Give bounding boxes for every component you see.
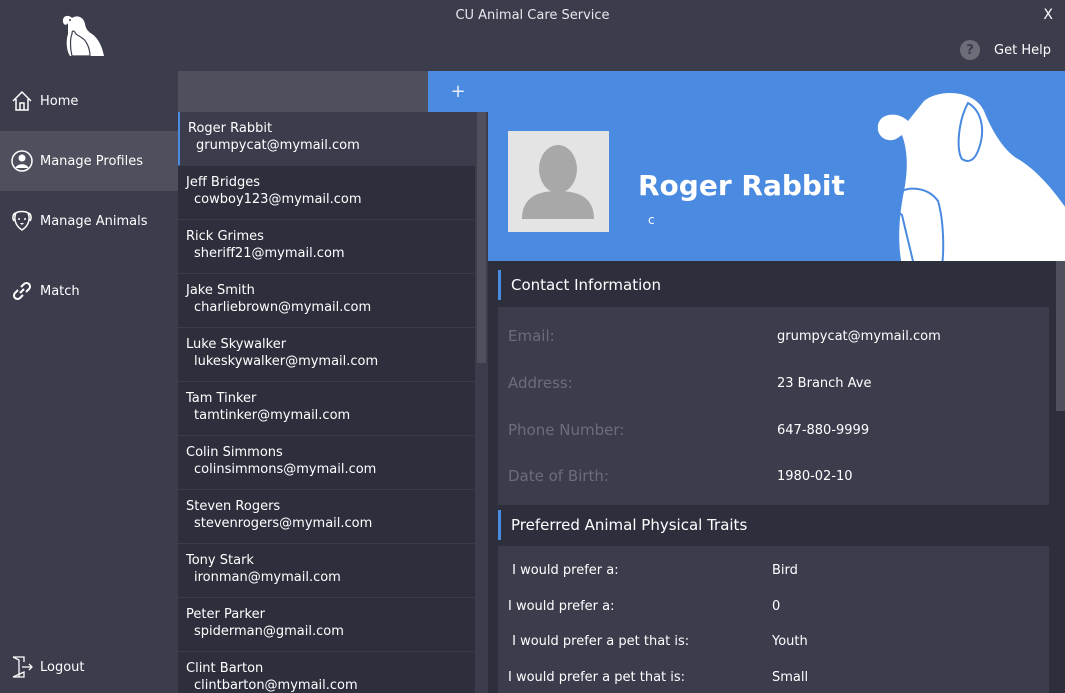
nav-home-label: Home	[40, 93, 79, 109]
search-input[interactable]	[178, 71, 428, 112]
profile-list-item-name: Clint Barton	[186, 661, 264, 676]
profile-list-item-name: Jeff Bridges	[186, 175, 261, 190]
logout-label: Logout	[40, 659, 85, 675]
traits-section-title: Preferred Animal Physical Traits	[498, 510, 1049, 540]
contact-label: Email:	[508, 327, 555, 345]
contact-section: Email: grumpycat@mymail.com Address: 23 …	[498, 307, 1049, 505]
contact-label: Phone Number:	[508, 421, 625, 439]
profile-list-item-name: Colin Simmons	[186, 445, 283, 460]
nav-manage-animals-label: Manage Animals	[40, 213, 148, 229]
profile-list-item-email: ironman@mymail.com	[194, 570, 341, 585]
profile-list-item-name: Tony Stark	[186, 553, 254, 568]
contact-section-title: Contact Information	[498, 270, 1049, 300]
nav-match[interactable]: Match	[0, 261, 178, 321]
dog-cat-logo-icon	[58, 10, 108, 60]
profile-list-item-email: cowboy123@mymail.com	[194, 192, 362, 207]
trait-value: Bird	[772, 563, 798, 578]
profile-list-item[interactable]: Peter Parker spiderman@gmail.com	[178, 598, 475, 652]
close-button[interactable]: X	[1043, 7, 1053, 23]
profile-list-item[interactable]: Tony Stark ironman@mymail.com	[178, 544, 475, 598]
profile-list-panel: + Roger Rabbit grumpycat@mymail.com Jeff B…	[178, 71, 488, 693]
profile-banner: Roger Rabbit c	[488, 71, 1065, 261]
trait-value: 0	[772, 599, 781, 614]
nav-manage-animals[interactable]: Manage Animals	[0, 191, 178, 251]
add-profile-button[interactable]: +	[428, 71, 488, 112]
profile-list-item-email: grumpycat@mymail.com	[196, 138, 360, 153]
profile-list-item-email: charliebrown@mymail.com	[194, 300, 372, 315]
profile-list-item-email: stevenrogers@mymail.com	[194, 516, 373, 531]
trait-label: I would prefer a pet that is:	[508, 670, 686, 685]
nav-manage-profiles-label: Manage Profiles	[40, 153, 143, 169]
trait-label: I would prefer a:	[508, 599, 615, 614]
profile-list-item-email: sheriff21@mymail.com	[194, 246, 345, 261]
home-icon	[12, 90, 32, 111]
profile-name: Roger Rabbit	[638, 169, 845, 202]
profile-list-item-name: Roger Rabbit	[188, 121, 273, 136]
contact-value: 1980-02-10	[777, 469, 853, 484]
user-icon	[11, 150, 33, 172]
detail-scrollbar-thumb[interactable]	[1056, 261, 1065, 411]
logout-icon	[12, 656, 33, 678]
link-icon	[12, 281, 32, 301]
profile-list-item[interactable]: Rick Grimes sheriff21@mymail.com	[178, 220, 475, 274]
profile-list-item-email: clintbarton@mymail.com	[194, 678, 358, 693]
contact-label: Address:	[508, 374, 573, 392]
profile-list-item-name: Jake Smith	[186, 283, 255, 298]
profile-list-item-name: Steven Rogers	[186, 499, 281, 514]
logout-button[interactable]: Logout	[0, 652, 178, 682]
get-help-button[interactable]: ? Get Help	[960, 40, 1051, 60]
profile-list-item-name: Peter Parker	[186, 607, 265, 622]
trait-label: I would prefer a:	[508, 563, 619, 578]
profile-list-item-name: Tam Tinker	[186, 391, 257, 406]
dog-face-icon	[12, 210, 32, 231]
contact-value: 647-880-9999	[777, 423, 870, 438]
nav-manage-profiles[interactable]: Manage Profiles	[0, 131, 178, 191]
profile-list-item[interactable]: Luke Skywalker lukeskywalker@mymail.com	[178, 328, 475, 382]
contact-label: Date of Birth:	[508, 467, 609, 485]
profile-list-item[interactable]: Jeff Bridges cowboy123@mymail.com	[178, 166, 475, 220]
contact-value: grumpycat@mymail.com	[777, 329, 941, 344]
profile-list-item-email: tamtinker@mymail.com	[194, 408, 351, 423]
profile-subtitle: c	[648, 213, 655, 227]
dog-cat-illustration-icon	[877, 92, 1065, 261]
profile-list-item-email: lukeskywalker@mymail.com	[194, 354, 379, 369]
profile-list-item-email: spiderman@gmail.com	[194, 624, 344, 639]
profile-list-item-name: Luke Skywalker	[186, 337, 287, 352]
profile-list-item[interactable]: Steven Rogers stevenrogers@mymail.com	[178, 490, 475, 544]
sidebar: Home Manage Profiles Manage Animals Matc…	[0, 71, 178, 693]
user-silhouette-icon	[522, 145, 594, 219]
profile-list-item[interactable]: Clint Barton clintbarton@mymail.com	[178, 652, 475, 693]
trait-value: Small	[772, 670, 809, 685]
profile-list-item[interactable]: Jake Smith charliebrown@mymail.com	[178, 274, 475, 328]
list-scrollbar-thumb[interactable]	[477, 112, 486, 363]
contact-value: 23 Branch Ave	[777, 376, 872, 391]
profile-list-item-name: Rick Grimes	[186, 229, 264, 244]
trait-label: I would prefer a pet that is:	[508, 634, 690, 649]
nav-home[interactable]: Home	[0, 71, 178, 131]
profile-list-item[interactable]: Roger Rabbit grumpycat@mymail.com	[178, 112, 475, 166]
avatar	[508, 131, 609, 232]
profile-list-item[interactable]: Colin Simmons colinsimmons@mymail.com	[178, 436, 475, 490]
app-title: CU Animal Care Service	[455, 8, 610, 23]
profile-list-item[interactable]: Tam Tinker tamtinker@mymail.com	[178, 382, 475, 436]
traits-section: I would prefer a: Bird I would prefer a:…	[498, 546, 1049, 693]
nav-match-label: Match	[40, 283, 80, 299]
trait-value: Youth	[772, 634, 808, 649]
get-help-label: Get Help	[994, 42, 1051, 58]
title-bar: CU Animal Care Service X	[0, 0, 1065, 32]
profile-list: Roger Rabbit grumpycat@mymail.com Jeff Bri…	[178, 112, 475, 693]
profile-list-item-email: colinsimmons@mymail.com	[194, 462, 377, 477]
help-icon: ?	[960, 40, 981, 60]
